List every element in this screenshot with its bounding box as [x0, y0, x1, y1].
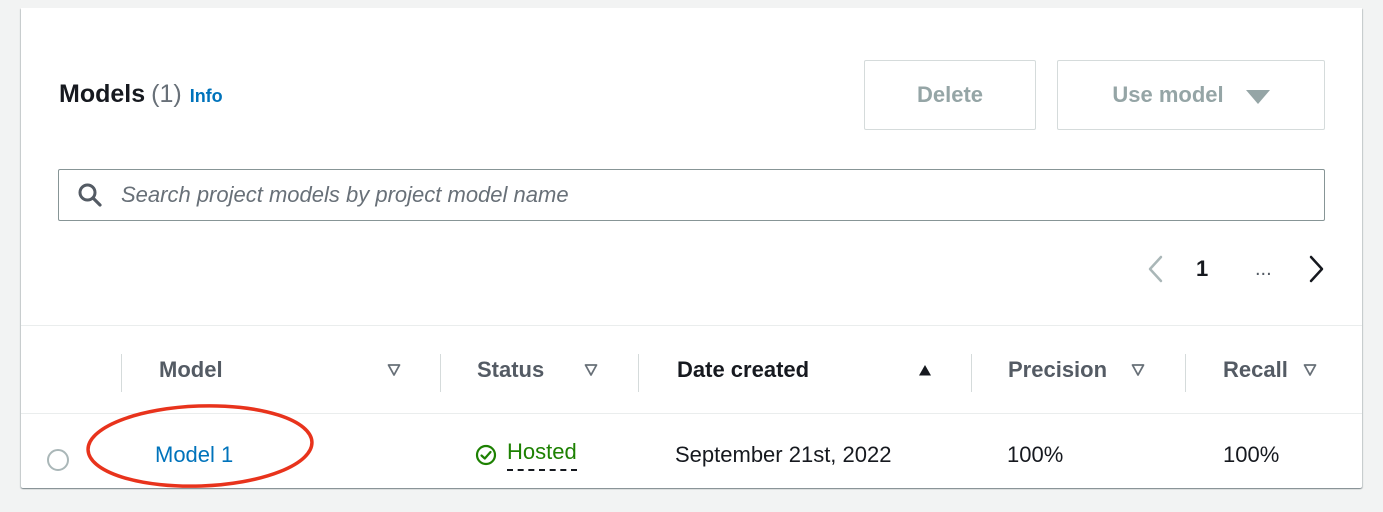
status-badge[interactable]: Hosted: [507, 439, 577, 471]
next-page-icon[interactable]: [1305, 254, 1327, 284]
previous-page-icon[interactable]: [1145, 254, 1167, 284]
precision-cell: 100%: [1007, 414, 1063, 496]
page-number-1[interactable]: 1: [1196, 254, 1208, 284]
use-model-button[interactable]: Use model: [1057, 60, 1325, 130]
search-input[interactable]: [121, 170, 1311, 220]
table-header-row: Model Status Date created Precision Reca…: [21, 326, 1362, 414]
date-created-cell: September 21st, 2022: [675, 414, 891, 496]
column-separator: [638, 354, 639, 392]
pagination-ellipsis: ...: [1255, 258, 1272, 280]
use-model-button-label: Use model: [1112, 82, 1224, 107]
sort-unsorted-icon[interactable]: [584, 363, 598, 377]
column-header-label: Recall: [1223, 357, 1288, 382]
delete-button[interactable]: Delete: [864, 60, 1036, 130]
column-separator: [1185, 354, 1186, 392]
models-header: Models (1) Info: [59, 77, 223, 113]
model-count: (1): [151, 80, 182, 108]
column-separator: [121, 354, 122, 392]
column-separator: [971, 354, 972, 392]
sort-unsorted-icon[interactable]: [1303, 363, 1317, 377]
delete-button-label: Delete: [916, 82, 984, 107]
column-header-precision[interactable]: Precision: [1008, 326, 1107, 414]
column-header-date-created[interactable]: Date created: [677, 326, 809, 414]
column-header-status[interactable]: Status: [477, 326, 544, 414]
table-row: Model 1 Hosted September 21st, 2022 100%…: [21, 414, 1362, 496]
model-link[interactable]: Model 1: [155, 442, 233, 468]
column-separator: [440, 354, 441, 392]
search-box: [58, 169, 1325, 221]
sort-unsorted-icon[interactable]: [387, 363, 401, 377]
date-created-value: September 21st, 2022: [675, 442, 892, 467]
column-header-label: Model: [159, 357, 223, 382]
column-header-model[interactable]: Model: [159, 326, 223, 414]
recall-value: 100%: [1223, 442, 1280, 467]
status-cell: Hosted: [475, 414, 577, 496]
sort-unsorted-icon[interactable]: [1131, 363, 1145, 377]
sort-ascending-icon[interactable]: [918, 363, 932, 377]
check-circle-icon: [475, 444, 497, 466]
precision-value: 100%: [1007, 442, 1064, 467]
column-header-label: Status: [477, 357, 545, 382]
caret-down-icon: [1245, 90, 1270, 104]
recall-cell: 100%: [1223, 414, 1279, 496]
row-select-radio[interactable]: [47, 449, 69, 471]
models-panel: Models(1) Info Delete Use model 1 ... Mod…: [21, 8, 1362, 488]
model-cell: Model 1: [155, 414, 233, 496]
column-header-label: Precision: [1008, 357, 1108, 382]
column-header-label: Date created: [677, 357, 810, 382]
page-title: Models: [59, 80, 146, 108]
search-icon: [78, 183, 102, 207]
info-link[interactable]: Info: [190, 86, 223, 106]
column-header-recall[interactable]: Recall: [1223, 326, 1288, 414]
